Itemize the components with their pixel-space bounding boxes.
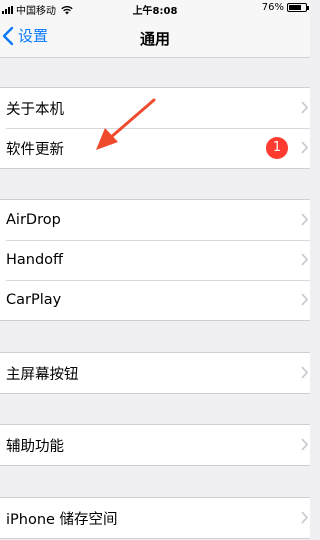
settings-group-continuity: AirDrop Handoff CarPlay bbox=[0, 199, 310, 321]
row-iphone-storage[interactable]: iPhone 储存空间 bbox=[0, 498, 310, 538]
status-bar: 中国移动 上午8:08 76% bbox=[0, 0, 310, 17]
chevron-right-icon bbox=[301, 511, 308, 524]
row-label: 辅助功能 bbox=[6, 438, 64, 455]
settings-group-home-button: 主屏幕按钮 bbox=[0, 352, 310, 394]
navigation-bar: 设置 通用 bbox=[0, 16, 310, 58]
row-label: 关于本机 bbox=[6, 101, 64, 118]
chevron-right-icon bbox=[301, 438, 308, 451]
row-accessibility[interactable]: 辅助功能 bbox=[0, 425, 310, 465]
chevron-right-icon bbox=[301, 293, 308, 306]
row-label: 主屏幕按钮 bbox=[6, 366, 79, 383]
chevron-right-icon bbox=[301, 141, 308, 154]
chevron-right-icon bbox=[301, 213, 308, 226]
row-label: CarPlay bbox=[6, 292, 62, 308]
row-handoff[interactable]: Handoff bbox=[0, 240, 310, 280]
row-label: iPhone 储存空间 bbox=[6, 511, 118, 528]
row-software-update[interactable]: 软件更新 1 bbox=[0, 128, 310, 168]
row-label: 软件更新 bbox=[6, 141, 64, 158]
chevron-right-icon bbox=[301, 253, 308, 266]
row-carplay[interactable]: CarPlay bbox=[0, 280, 310, 320]
settings-group-about: 关于本机 软件更新 1 bbox=[0, 87, 310, 169]
battery-level-fill bbox=[289, 5, 301, 10]
settings-general-screen: 中国移动 上午8:08 76% 设置 通用 关于本机 软件更新 1 AirDro… bbox=[0, 0, 310, 540]
row-about[interactable]: 关于本机 bbox=[0, 88, 310, 128]
row-airdrop[interactable]: AirDrop bbox=[0, 200, 310, 240]
row-home-button[interactable]: 主屏幕按钮 bbox=[0, 353, 310, 393]
chevron-right-icon bbox=[301, 101, 308, 114]
battery-percent: 76% bbox=[261, 2, 284, 13]
chevron-right-icon bbox=[301, 366, 308, 379]
status-right: 76% bbox=[261, 2, 309, 13]
settings-group-accessibility: 辅助功能 bbox=[0, 424, 310, 466]
settings-group-storage: iPhone 储存空间 bbox=[0, 497, 310, 539]
battery-icon bbox=[287, 3, 309, 12]
row-label: AirDrop bbox=[6, 212, 61, 228]
page-title: 通用 bbox=[139, 30, 170, 48]
update-badge: 1 bbox=[266, 137, 288, 159]
row-label: Handoff bbox=[6, 252, 64, 268]
